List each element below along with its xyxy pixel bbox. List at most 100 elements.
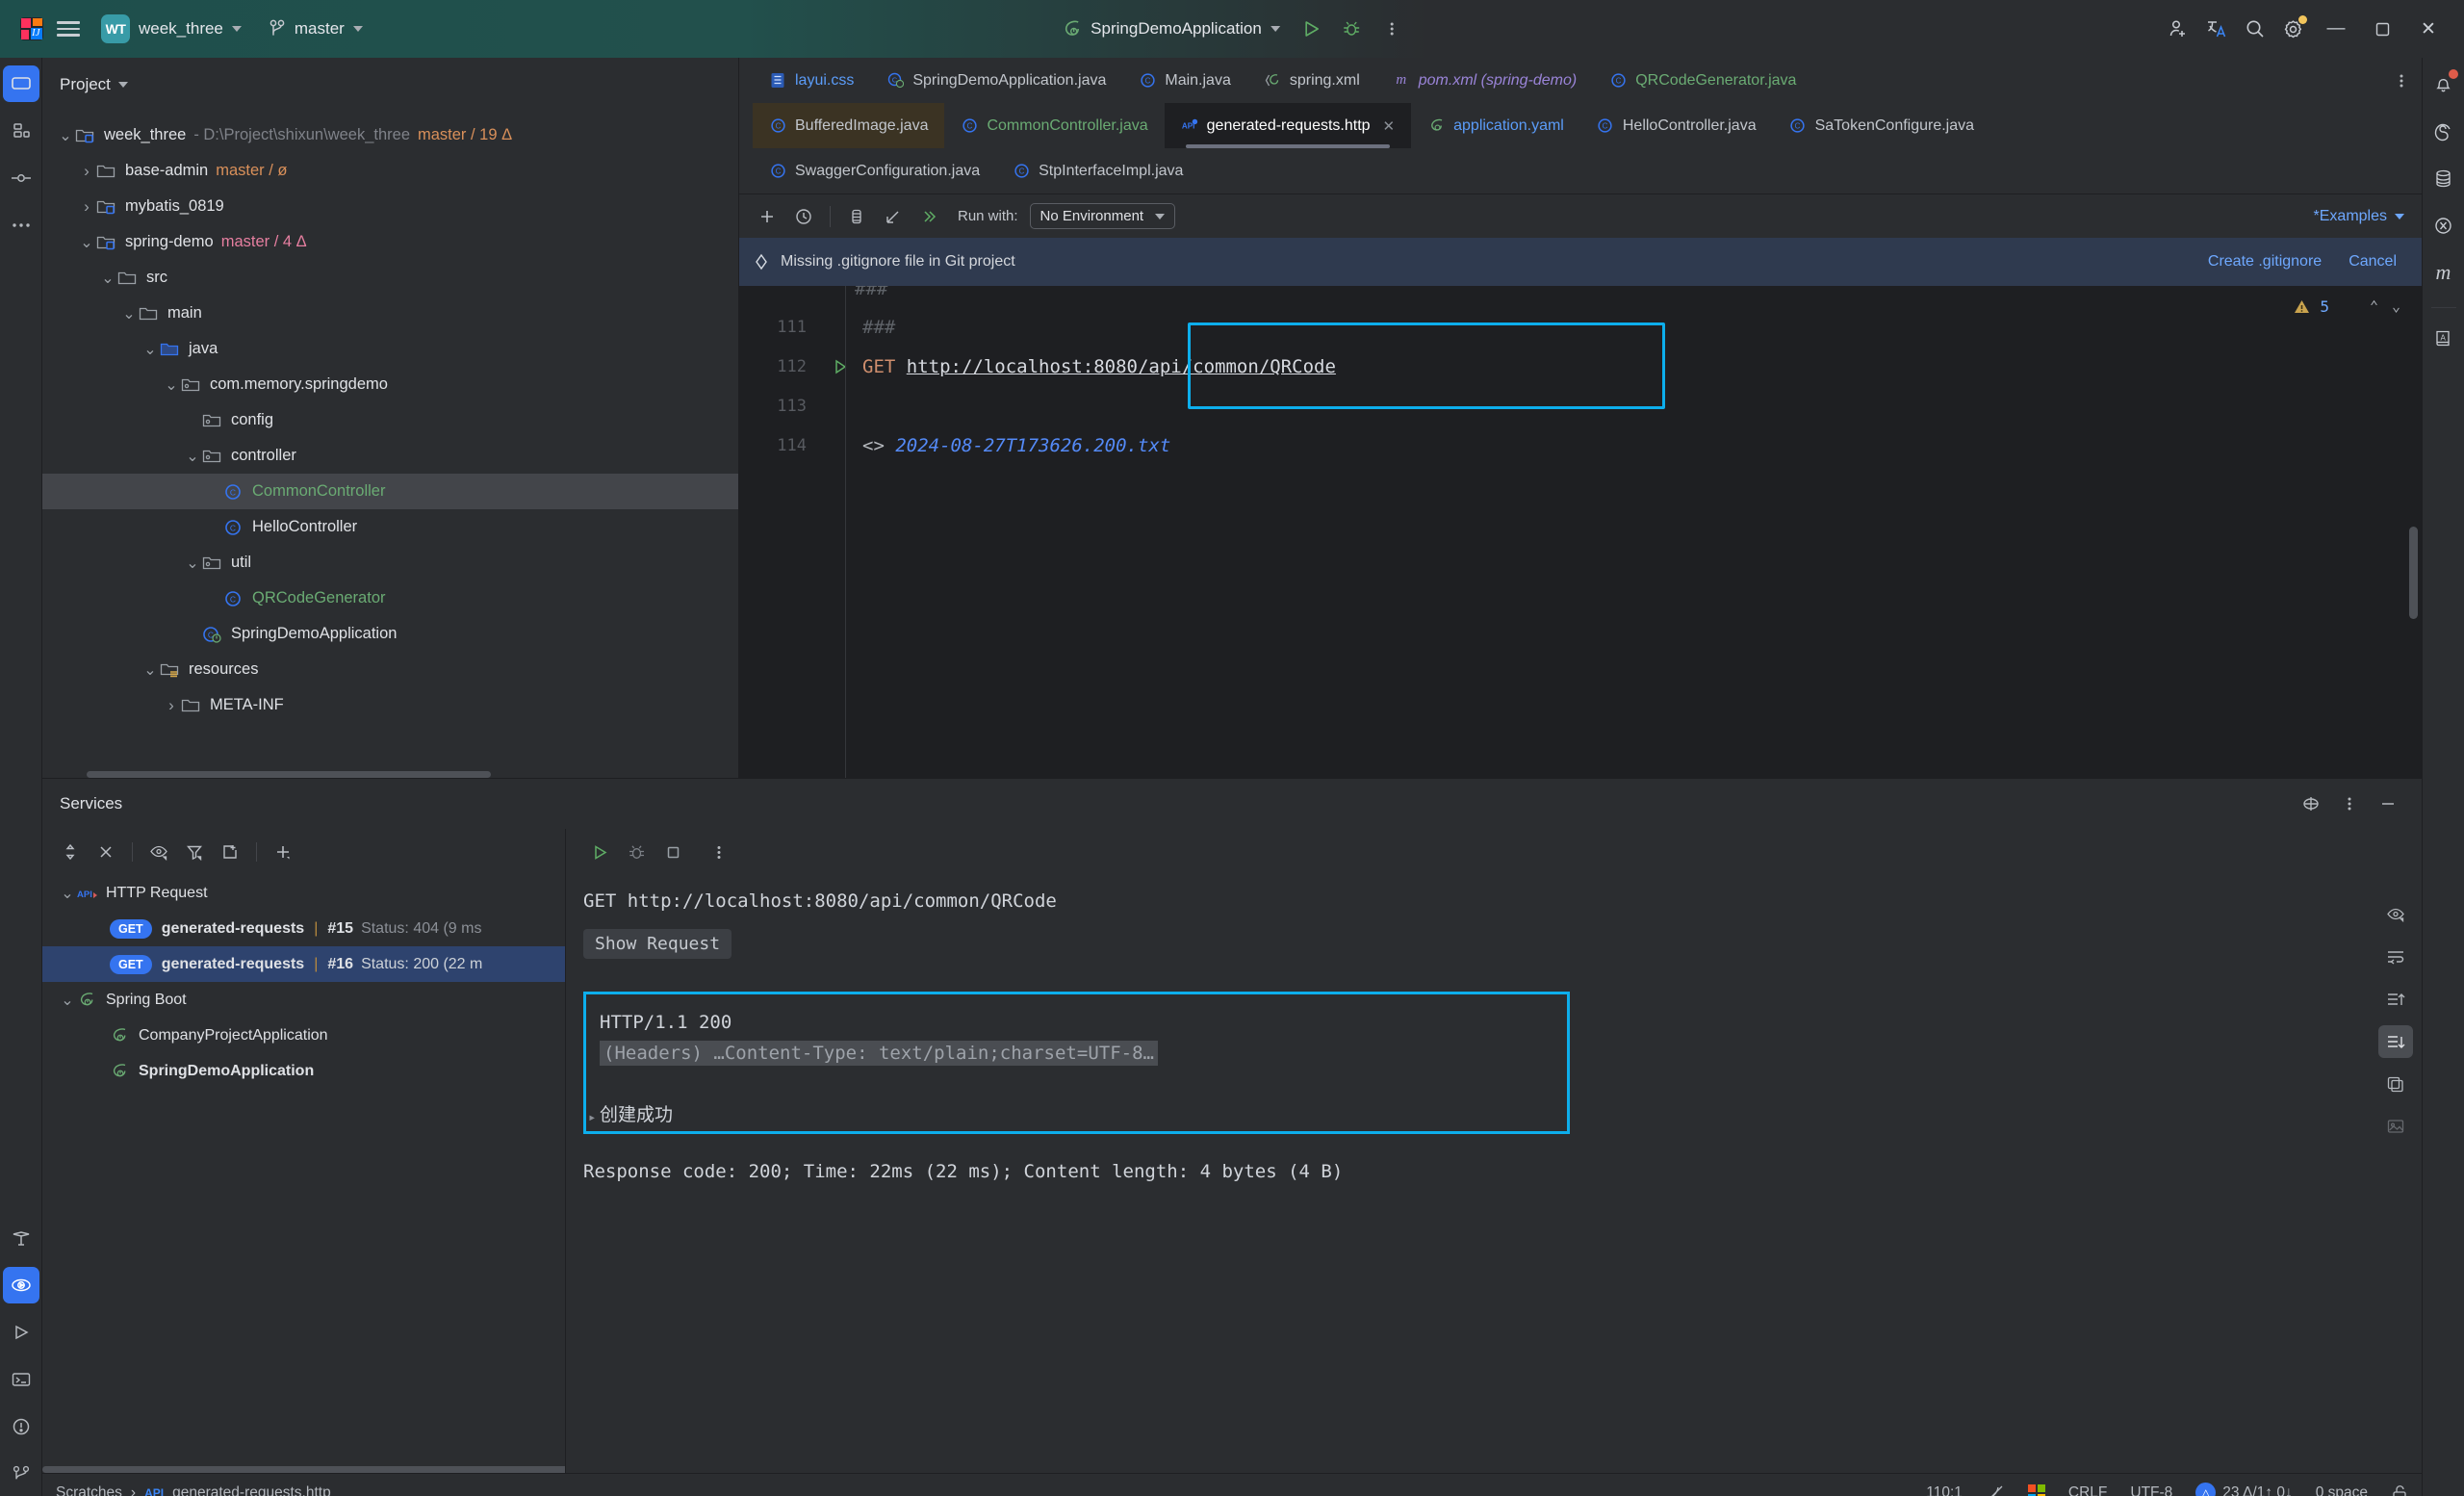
response-content[interactable]: GET http://localhost:8080/api/common/QRC…	[566, 875, 2422, 1473]
editor-vertical-scrollbar[interactable]	[2409, 527, 2418, 619]
editor-tab-layui-css[interactable]: layui.css	[753, 58, 870, 103]
editor-tab-springdemoapplication-java[interactable]: C SpringDemoApplication.java	[870, 58, 1122, 103]
git-tool-icon[interactable]	[3, 1456, 39, 1492]
close-icon[interactable]: ✕	[2406, 8, 2451, 50]
stop-icon[interactable]	[656, 836, 689, 868]
breadcrumb-root[interactable]: Scratches	[56, 1484, 122, 1496]
add-account-icon[interactable]	[2160, 11, 2196, 47]
database-icon[interactable]	[2426, 160, 2462, 196]
bookmarks-icon[interactable]: A	[2426, 320, 2462, 356]
more-vertical-icon[interactable]	[1373, 11, 1410, 47]
run-request-gutter-icon[interactable]	[818, 358, 862, 375]
search-icon[interactable]	[2237, 11, 2273, 47]
commit-tool-icon[interactable]	[3, 113, 39, 149]
editor-tabs-row-2[interactable]: C BufferedImage.java C CommonController.jav…	[739, 103, 2422, 148]
chevron-down-icon[interactable]: ⌄	[58, 884, 77, 903]
create-gitignore-link[interactable]: Create .gitignore	[2208, 253, 2322, 271]
tree-node-springdemoapplication[interactable]: C SpringDemoApplication	[42, 616, 738, 652]
scroll-to-end-icon[interactable]	[2378, 1025, 2413, 1059]
branch-selector[interactable]: master	[260, 14, 372, 43]
tree-node-src[interactable]: ⌄ src	[42, 260, 738, 296]
ai-assistant-icon[interactable]	[2426, 113, 2462, 149]
chevron-down-icon[interactable]: ⌄	[183, 554, 202, 573]
settings-gear-icon[interactable]	[2275, 11, 2312, 47]
vcs-changes-badge[interactable]: △ 23 Δ/1↑ 0↓	[2195, 1483, 2293, 1496]
debug-icon[interactable]	[620, 836, 653, 868]
editor-tab-main-java[interactable]: C Main.java	[1122, 58, 1246, 103]
maximize-icon[interactable]	[2360, 8, 2404, 50]
tree-node-main[interactable]: ⌄ main	[42, 296, 738, 331]
maven-x-icon[interactable]	[2426, 207, 2462, 244]
project-tree[interactable]: ⌄ week_three - D:\Project\shixun\week_thre…	[42, 112, 738, 779]
clock-history-icon[interactable]	[787, 200, 820, 233]
project-tree-horizontal-scrollbar[interactable]	[87, 771, 491, 779]
translate-icon[interactable]	[2198, 11, 2235, 47]
project-selector[interactable]: WT week_three	[92, 10, 250, 48]
problems-tool-icon[interactable]	[3, 1408, 39, 1445]
tree-node-resources[interactable]: ⌄ resources	[42, 652, 738, 687]
project-tool-icon[interactable]	[2, 65, 39, 102]
rerun-icon[interactable]	[583, 836, 616, 868]
line-separator[interactable]: CRLF	[2068, 1484, 2107, 1496]
prev-problem-icon[interactable]: ⌃	[2370, 297, 2378, 315]
breadcrumb-file[interactable]: generated-requests.http	[172, 1484, 331, 1496]
no-reformat-icon[interactable]	[1986, 1483, 2005, 1496]
chevron-down-icon[interactable]: ⌄	[119, 304, 139, 323]
editor-tabs-row-1[interactable]: layui.css C SpringDemoApplication.java C Mai…	[739, 58, 2422, 103]
services-tree-horizontal-scrollbar[interactable]	[42, 1466, 565, 1474]
hide-panel-icon[interactable]	[2372, 787, 2404, 820]
tree-node-java[interactable]: ⌄ java	[42, 331, 738, 367]
plus-icon[interactable]	[751, 200, 783, 233]
windows-icon[interactable]	[2027, 1483, 2045, 1496]
cancel-notification-link[interactable]: Cancel	[2348, 253, 2397, 271]
scroll-to-top-icon[interactable]	[2378, 983, 2413, 1016]
environment-selector[interactable]: No Environment	[1029, 203, 1176, 229]
tree-node-spring-demo[interactable]: ⌄ spring-demo master / 4 Δ	[42, 224, 738, 260]
editor-tab-application-yaml[interactable]: application.yaml	[1411, 103, 1580, 148]
http-editor[interactable]: ### 111 ### 112 GET http://localhost:8080/a…	[739, 286, 2422, 779]
run-icon[interactable]	[1293, 11, 1329, 47]
editor-tabs-row-3[interactable]: C SwaggerConfiguration.java C StpInterfaceI…	[739, 148, 2422, 193]
add-service-icon[interactable]	[267, 836, 299, 868]
services-tree-node[interactable]: ⌄ Spring Boot	[42, 982, 565, 1018]
pull-requests-icon[interactable]	[3, 160, 39, 196]
import-icon[interactable]	[877, 200, 910, 233]
tree-node-week-three[interactable]: ⌄ week_three - D:\Project\shixun\week_thre…	[42, 117, 738, 153]
build-tool-icon[interactable]	[3, 1220, 39, 1256]
caret-position[interactable]: 110:1	[1926, 1484, 1963, 1496]
services-tree-node[interactable]: ⌄ API HTTP Request	[42, 875, 565, 911]
file-encoding[interactable]: UTF-8	[2130, 1484, 2172, 1496]
chevron-right-icon[interactable]: ›	[77, 162, 96, 181]
project-panel-header[interactable]: Project	[42, 58, 738, 112]
hamburger-menu-icon[interactable]	[50, 11, 87, 47]
chevron-down-icon[interactable]: ⌄	[141, 340, 160, 359]
more-tool-windows-icon[interactable]	[3, 207, 39, 244]
more-vertical-icon[interactable]	[703, 836, 735, 868]
image-icon[interactable]	[2378, 1110, 2413, 1143]
services-tool-icon[interactable]	[2, 1267, 39, 1303]
editor-tab-pom-xml-spring-demo-[interactable]: m pom.xml (spring-demo)	[1376, 58, 1593, 103]
chevron-right-icon[interactable]: ›	[162, 696, 181, 715]
editor-tab-bufferedimage-java[interactable]: C BufferedImage.java	[753, 103, 945, 148]
chevron-down-icon[interactable]: ⌄	[56, 126, 75, 145]
chevron-down-icon[interactable]: ⌄	[183, 447, 202, 466]
services-tree-node[interactable]: GET generated-requests | #16 Status: 200 (22…	[42, 946, 565, 983]
more-vertical-icon[interactable]	[2333, 787, 2366, 820]
expand-collapse-icon[interactable]	[54, 836, 87, 868]
terminal-tool-icon[interactable]	[3, 1361, 39, 1398]
chevron-down-icon[interactable]: ⌄	[162, 375, 181, 395]
tree-node-hellocontroller[interactable]: C HelloController	[42, 509, 738, 545]
tree-node-qrcodegenerator[interactable]: C QRCodeGenerator	[42, 580, 738, 616]
tree-node-mybatis-0819[interactable]: › mybatis_0819	[42, 189, 738, 224]
breadcrumb[interactable]: Scratches › API generated-requests.http	[56, 1484, 331, 1496]
tree-node-com-memory-springdemo[interactable]: ⌄ com.memory.springdemo	[42, 367, 738, 402]
expand-headers-icon[interactable]: ▸	[588, 1110, 596, 1125]
unlocked-icon[interactable]	[2391, 1483, 2408, 1496]
tree-node-controller[interactable]: ⌄ controller	[42, 438, 738, 474]
filter-icon[interactable]	[178, 836, 211, 868]
chevron-down-icon[interactable]: ⌄	[58, 991, 77, 1010]
eye-preview-icon[interactable]	[2378, 898, 2413, 931]
cookies-icon[interactable]	[840, 200, 873, 233]
examples-link[interactable]: *Examples	[2314, 208, 2410, 225]
close-tab-icon[interactable]: ✕	[1383, 117, 1396, 135]
